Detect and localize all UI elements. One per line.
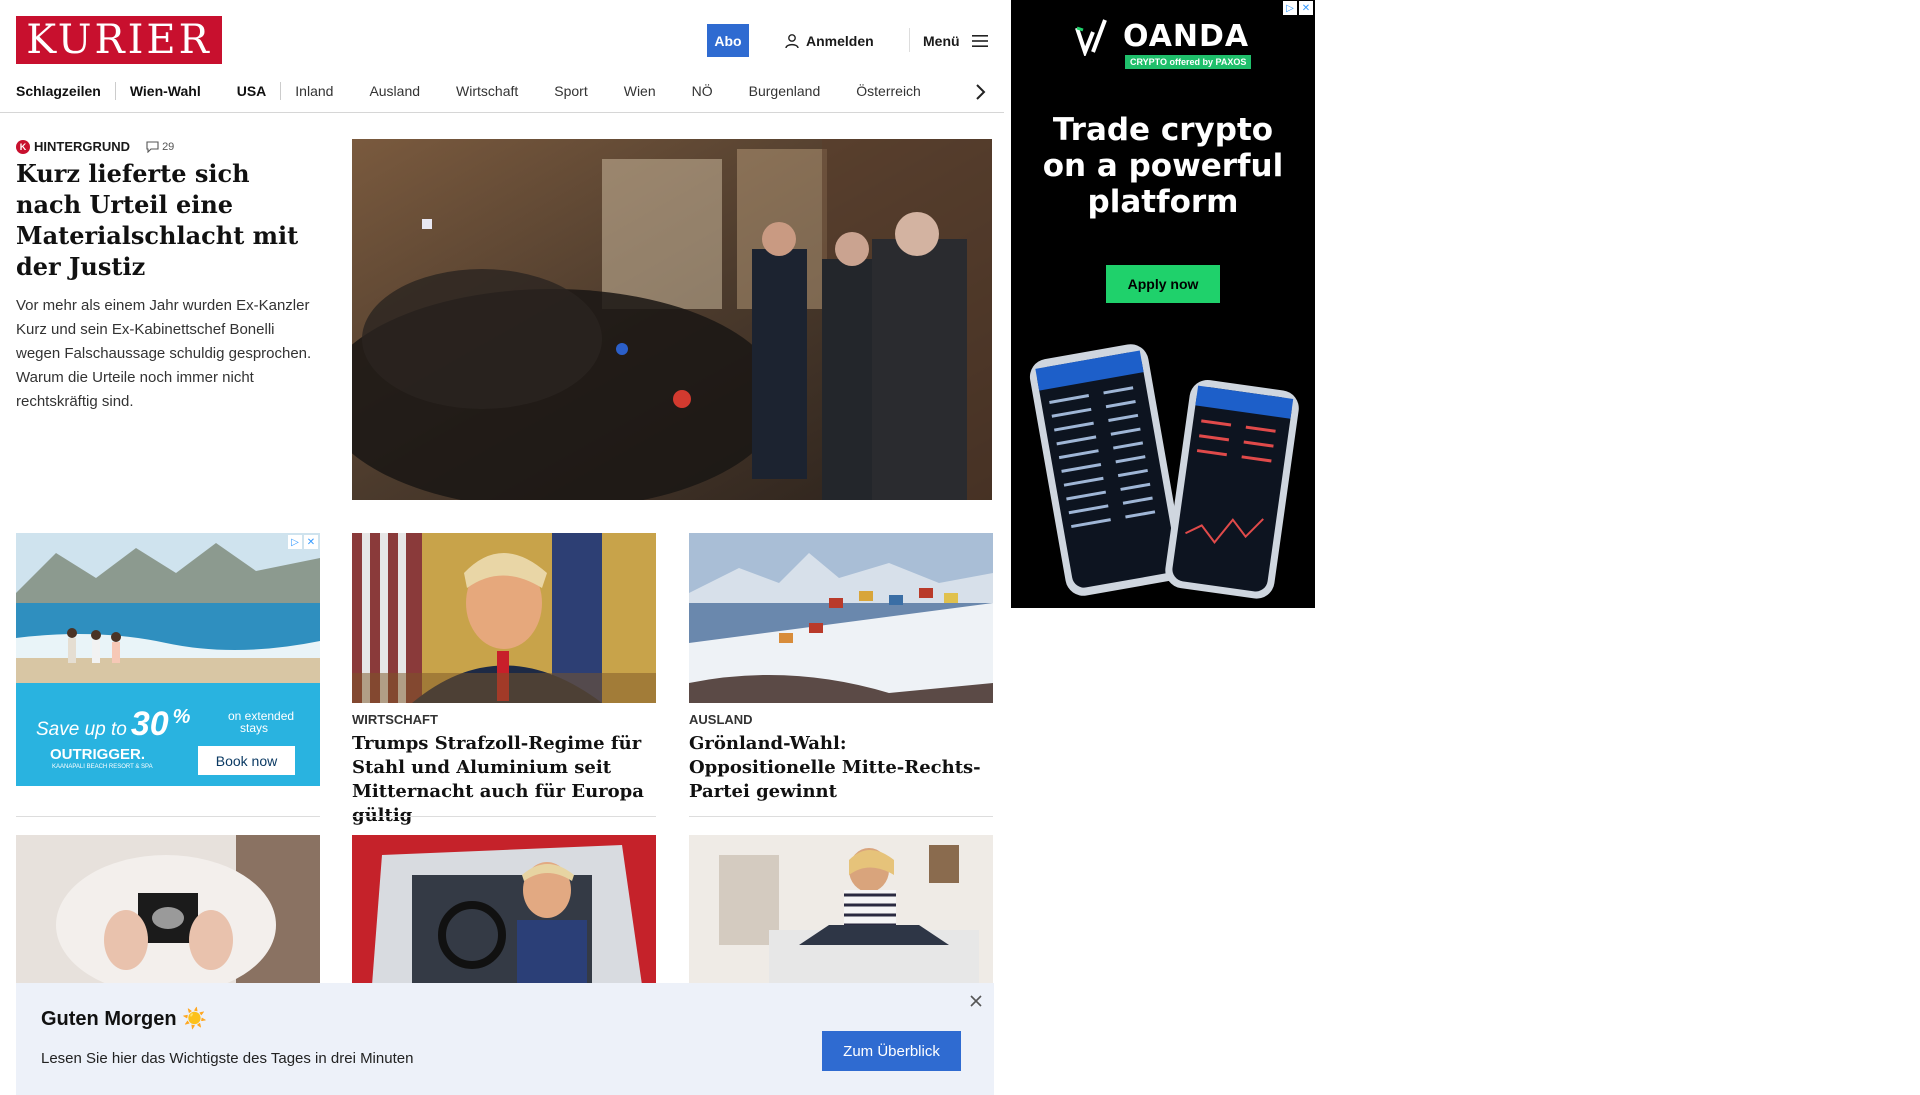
login-label: Anmelden [806, 33, 874, 49]
card-image-woman-couch[interactable] [689, 835, 993, 985]
oanda-mark-icon [1075, 19, 1107, 56]
hero-teaser: Vor mehr als einem Jahr wurden Ex-Kanzle… [16, 297, 312, 410]
row-divider [689, 816, 993, 817]
nav-item-usa[interactable]: USA [237, 83, 267, 99]
abo-button[interactable]: Abo [707, 24, 749, 57]
hero-rubric[interactable]: HINTERGRUND [34, 139, 130, 154]
ad-close-icon[interactable]: ✕ [304, 535, 318, 549]
oanda-logo: OANDA [1075, 16, 1249, 56]
phones-image [1029, 344, 1299, 599]
comment-count-value: 29 [162, 140, 175, 153]
banner-title: Guten Morgen ☀️ [41, 1008, 208, 1030]
menu-button[interactable]: Menü [923, 30, 988, 52]
login-button[interactable]: Anmelden [784, 30, 874, 52]
chevron-right-icon[interactable] [972, 84, 988, 100]
outrigger-ad[interactable]: Save up to 30 % on extended stays OUTRIG… [16, 533, 320, 786]
nav-item-inland[interactable]: Inland [295, 83, 333, 99]
nav-item-schlagzeilen[interactable]: Schlagzeilen [16, 83, 101, 99]
ad-headline-post: on extended stays [228, 710, 294, 734]
nav-separator [114, 82, 116, 100]
card-headline[interactable]: Trumps Strafzoll-Regime für Stahl und Al… [352, 732, 656, 828]
ad-brand: OUTRIGGER. [50, 746, 146, 763]
nav-item-wirtschaft[interactable]: Wirtschaft [456, 83, 518, 99]
oanda-tag: CRYPTO offered by PAXOS [1125, 55, 1252, 69]
book-now-button[interactable]: Book now [198, 746, 295, 775]
nav-item-noe[interactable]: NÖ [692, 83, 713, 99]
oanda-ad[interactable]: OANDA CRYPTO offered by PAXOS Trade cryp… [1011, 0, 1315, 608]
row-divider [16, 816, 320, 817]
category-nav: Schlagzeilen Wien-Wahl USA Inland Auslan… [0, 72, 1004, 113]
user-icon [785, 34, 799, 49]
apply-now-button[interactable]: Apply now [1106, 265, 1220, 303]
morning-briefing-banner: Guten Morgen ☀️ Lesen Sie hier das Wicht… [16, 983, 994, 1095]
ad-brand-sub: KAANAPALI BEACH RESORT & SPA [52, 764, 153, 770]
nav-item-burgenland[interactable]: Burgenland [749, 83, 821, 99]
nav-item-oesterreich[interactable]: Österreich [856, 83, 921, 99]
nav-item-wien[interactable]: Wien [624, 83, 656, 99]
hero-image[interactable] [352, 139, 992, 500]
close-icon[interactable] [968, 993, 984, 1009]
oanda-headline-line: on a powerful [1042, 148, 1284, 184]
overview-button[interactable]: Zum Überblick [822, 1031, 961, 1071]
ad-percent: 30 [130, 705, 169, 743]
comment-icon [146, 140, 159, 153]
nav-separator [280, 82, 282, 100]
card-image-trump[interactable] [352, 533, 656, 703]
kurier-k-icon: K [16, 139, 30, 154]
card-rubric[interactable]: AUSLAND [689, 712, 753, 727]
oanda-headline-line: Trade crypto [1052, 112, 1274, 148]
adchoices-icon[interactable]: ▷ [288, 535, 302, 549]
ad-percent-sign: % [172, 706, 191, 728]
hamburger-icon [971, 35, 988, 47]
nav-item-ausland[interactable]: Ausland [369, 83, 420, 99]
main-column: KURIER Abo Anmelden Menü Schlagzeilen Wi… [0, 0, 1004, 1095]
nav-item-wien-wahl[interactable]: Wien-Wahl [130, 83, 201, 99]
hero-headline[interactable]: Kurz lieferte sich nach Urteil eine Mate… [16, 158, 316, 282]
card-image-car[interactable] [352, 835, 656, 985]
header-divider [909, 28, 910, 52]
row-divider [352, 816, 656, 817]
comment-count[interactable]: 29 [146, 141, 174, 153]
menu-label: Menü [923, 33, 960, 49]
adchoices-icon[interactable]: ▷ [1283, 1, 1297, 15]
nav-item-sport[interactable]: Sport [554, 83, 587, 99]
kurier-logo[interactable]: KURIER [16, 16, 222, 64]
card-headline[interactable]: Grönland-Wahl: Oppositionelle Mitte-Rech… [689, 732, 993, 804]
ad-headline: Save up to 30 % [36, 705, 190, 744]
ad-headline-pre: Save up to [36, 719, 127, 740]
ad-headline-post-2: stays [240, 721, 269, 735]
oanda-headline-line: platform [1087, 184, 1239, 220]
card-rubric[interactable]: WIRTSCHAFT [352, 712, 438, 727]
banner-subtitle: Lesen Sie hier das Wichtigste des Tages … [41, 1050, 414, 1067]
oanda-headline: Trade crypto on a powerful platform [1011, 112, 1315, 220]
hero-meta: K HINTERGRUND 29 [16, 139, 174, 154]
card-image-ultrasound[interactable] [16, 835, 320, 985]
oanda-brand: OANDA [1123, 18, 1250, 54]
ad-close-icon[interactable]: ✕ [1299, 1, 1313, 15]
card-image-greenland[interactable] [689, 533, 993, 703]
